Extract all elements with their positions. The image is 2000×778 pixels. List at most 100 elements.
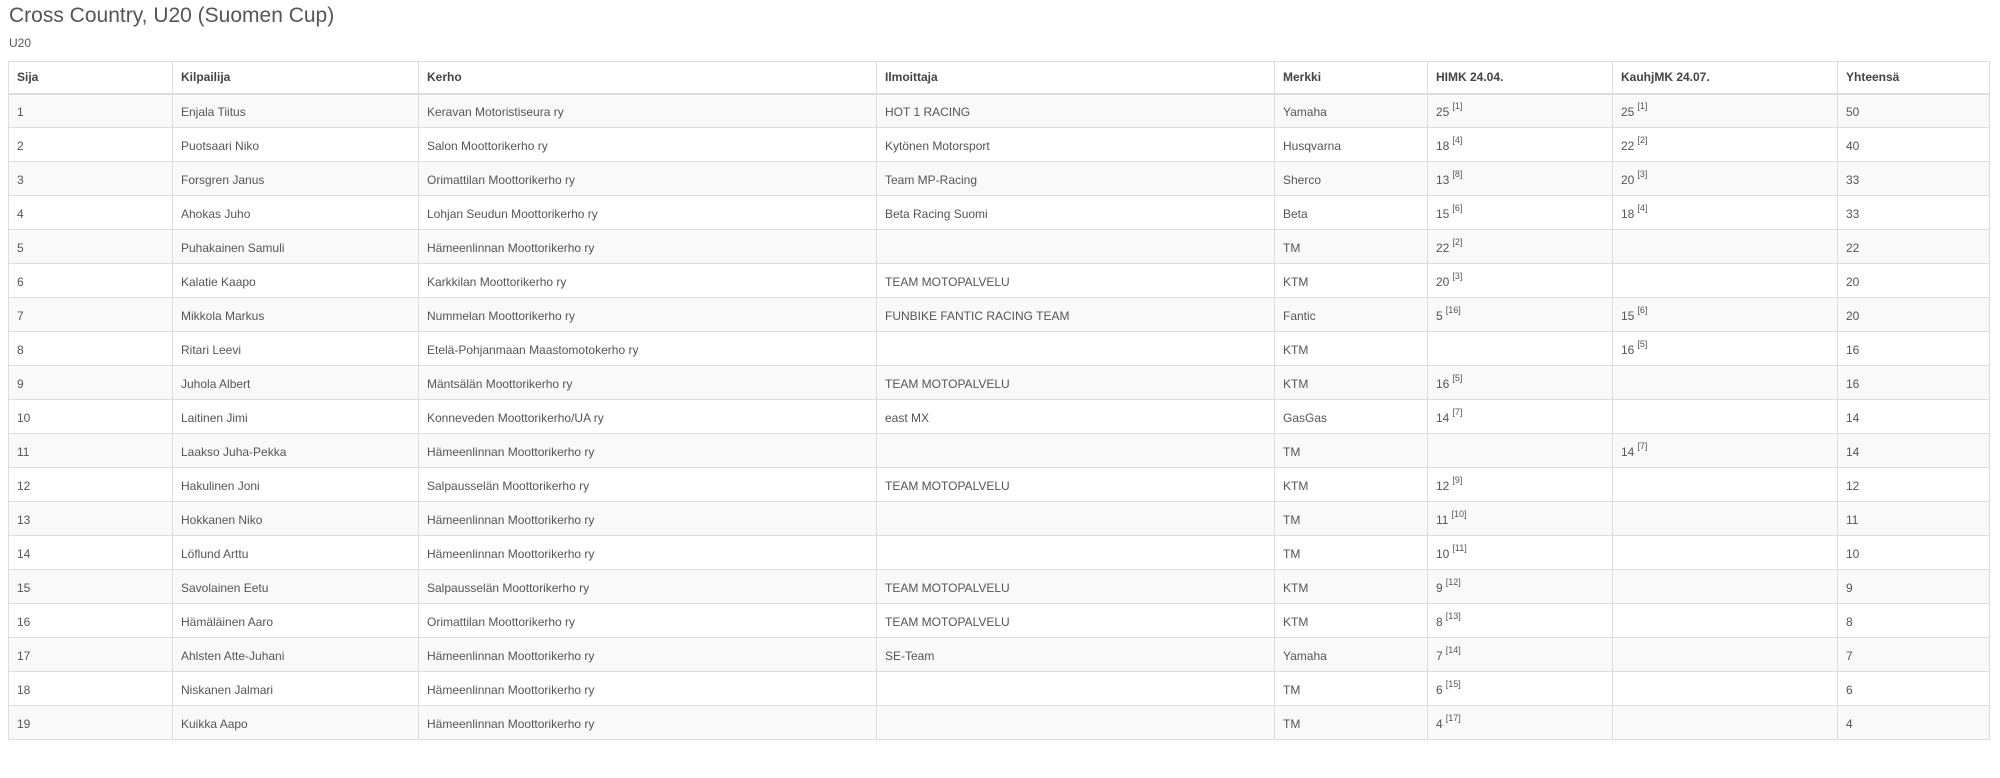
cell-yhteensa: 10	[1837, 535, 1990, 570]
cell-ilmoittaja	[876, 501, 1275, 536]
placement-reference: [2]	[1452, 236, 1463, 247]
cell-kilpailija: Mikkola Markus	[172, 297, 419, 332]
cell-kauhjmk: 18 [4]	[1612, 195, 1838, 230]
cell-kilpailija: Laitinen Jimi	[172, 399, 419, 434]
cell-himk: 25 [1]	[1427, 93, 1613, 128]
cell-kauhjmk: 22 [2]	[1612, 127, 1838, 162]
cell-ilmoittaja: Kytönen Motorsport	[876, 127, 1275, 162]
cell-yhteensa: 16	[1837, 365, 1990, 400]
cell-kauhjmk: 20 [3]	[1612, 161, 1838, 196]
points-value: 15	[1436, 206, 1450, 221]
cell-kauhjmk	[1612, 501, 1838, 536]
table-row: 2 Puotsaari Niko Salon Moottorikerho ry Kyt…	[8, 127, 1990, 162]
cell-sija: 3	[8, 161, 173, 196]
points-value: 20	[1621, 172, 1635, 187]
cell-himk: 12 [9]	[1427, 467, 1613, 502]
points-value: 18	[1436, 138, 1450, 153]
cell-yhteensa: 8	[1837, 603, 1990, 638]
points-value: 22	[1436, 240, 1450, 255]
cell-sija: 5	[8, 229, 173, 264]
points-value: 8	[1436, 614, 1443, 629]
cell-kauhjmk	[1612, 671, 1838, 706]
cell-sija: 1	[8, 93, 173, 128]
cell-kerho: Hämeenlinnan Moottorikerho ry	[418, 535, 877, 570]
cell-kilpailija: Ritari Leevi	[172, 331, 419, 366]
cell-ilmoittaja: FUNBIKE FANTIC RACING TEAM	[876, 297, 1275, 332]
points-value: 5	[1436, 308, 1443, 323]
cell-kauhjmk	[1612, 535, 1838, 570]
cell-merkki: TM	[1274, 433, 1428, 468]
cell-sija: 18	[8, 671, 173, 706]
cell-ilmoittaja	[876, 433, 1275, 468]
column-header-himk[interactable]: HIMK 24.04.	[1427, 61, 1613, 95]
cell-sija: 8	[8, 331, 173, 366]
cell-ilmoittaja: TEAM MOTOPALVELU	[876, 263, 1275, 298]
table-row: 12 Hakulinen Joni Salpausselän Moottoriker…	[8, 467, 1990, 502]
column-header-kauhjmk[interactable]: KauhjMK 24.07.	[1612, 61, 1838, 95]
placement-reference: [4]	[1452, 134, 1463, 145]
points-value: 7	[1436, 648, 1443, 663]
placement-reference: [14]	[1445, 644, 1461, 655]
cell-sija: 7	[8, 297, 173, 332]
cell-kerho: Konneveden Moottorikerho/UA ry	[418, 399, 877, 434]
cell-kilpailija: Niskanen Jalmari	[172, 671, 419, 706]
placement-reference: [3]	[1452, 270, 1463, 281]
placement-reference: [9]	[1452, 474, 1463, 485]
column-header-kerho[interactable]: Kerho	[418, 61, 877, 95]
points-value: 22	[1621, 138, 1635, 153]
cell-yhteensa: 14	[1837, 433, 1990, 468]
cell-ilmoittaja: east MX	[876, 399, 1275, 434]
cell-himk: 10 [11]	[1427, 535, 1613, 570]
cell-merkki: Yamaha	[1274, 637, 1428, 672]
cell-sija: 4	[8, 195, 173, 230]
placement-reference: [6]	[1637, 304, 1648, 315]
points-value: 12	[1436, 478, 1450, 493]
table-row: 15 Savolainen Eetu Salpausselän Moottorike…	[8, 569, 1990, 604]
column-header-merkki[interactable]: Merkki	[1274, 61, 1428, 95]
cell-himk: 16 [5]	[1427, 365, 1613, 400]
cell-kerho: Mäntsälän Moottorikerho ry	[418, 365, 877, 400]
cell-ilmoittaja: TEAM MOTOPALVELU	[876, 467, 1275, 502]
table-row: 9 Juhola Albert Mäntsälän Moottorikerho ry…	[8, 365, 1990, 400]
table-row: 13 Hokkanen Niko Hämeenlinnan Moottorikerh…	[8, 501, 1990, 536]
cell-kilpailija: Juhola Albert	[172, 365, 419, 400]
cell-kilpailija: Kuikka Aapo	[172, 705, 419, 740]
cell-kerho: Salon Moottorikerho ry	[418, 127, 877, 162]
table-row: 7 Mikkola Markus Nummelan Moottorikerho ry…	[8, 297, 1990, 332]
cell-yhteensa: 9	[1837, 569, 1990, 604]
cell-kauhjmk	[1612, 705, 1838, 740]
cell-yhteensa: 22	[1837, 229, 1990, 264]
cell-kilpailija: Hämäläinen Aaro	[172, 603, 419, 638]
cell-yhteensa: 7	[1837, 637, 1990, 672]
table-row: 10 Laitinen Jimi Konneveden Moottorikerho/…	[8, 399, 1990, 434]
cell-kauhjmk	[1612, 603, 1838, 638]
cell-kilpailija: Hokkanen Niko	[172, 501, 419, 536]
cell-kerho: Nummelan Moottorikerho ry	[418, 297, 877, 332]
points-value: 15	[1621, 308, 1635, 323]
column-header-yhteensa[interactable]: Yhteensä	[1837, 61, 1990, 95]
cell-sija: 19	[8, 705, 173, 740]
placement-reference: [11]	[1452, 542, 1467, 553]
cell-kauhjmk: 16 [5]	[1612, 331, 1838, 366]
cell-ilmoittaja: TEAM MOTOPALVELU	[876, 569, 1275, 604]
placement-reference: [1]	[1637, 100, 1648, 111]
table-row: 17 Ahlsten Atte-Juhani Hämeenlinnan Mootto…	[8, 637, 1990, 672]
cell-kilpailija: Hakulinen Joni	[172, 467, 419, 502]
table-row: 14 Löflund Arttu Hämeenlinnan Moottorikerh…	[8, 535, 1990, 570]
cell-kerho: Hämeenlinnan Moottorikerho ry	[418, 705, 877, 740]
column-header-kilpailija[interactable]: Kilpailija	[172, 61, 419, 95]
cell-kilpailija: Puotsaari Niko	[172, 127, 419, 162]
cell-sija: 11	[8, 433, 173, 468]
cell-himk	[1427, 433, 1613, 468]
points-value: 11	[1436, 512, 1449, 527]
column-header-ilmoittaja[interactable]: Ilmoittaja	[876, 61, 1275, 95]
cell-himk: 13 [8]	[1427, 161, 1613, 196]
cell-yhteensa: 20	[1837, 263, 1990, 298]
table-row: 8 Ritari Leevi Etelä-Pohjanmaan Maastomoto…	[8, 331, 1990, 366]
cell-merkki: Beta	[1274, 195, 1428, 230]
cell-kerho: Orimattilan Moottorikerho ry	[418, 603, 877, 638]
column-header-sija[interactable]: Sija	[8, 61, 173, 95]
cell-merkki: KTM	[1274, 331, 1428, 366]
placement-reference: [2]	[1637, 134, 1648, 145]
cell-yhteensa: 11	[1837, 501, 1990, 536]
